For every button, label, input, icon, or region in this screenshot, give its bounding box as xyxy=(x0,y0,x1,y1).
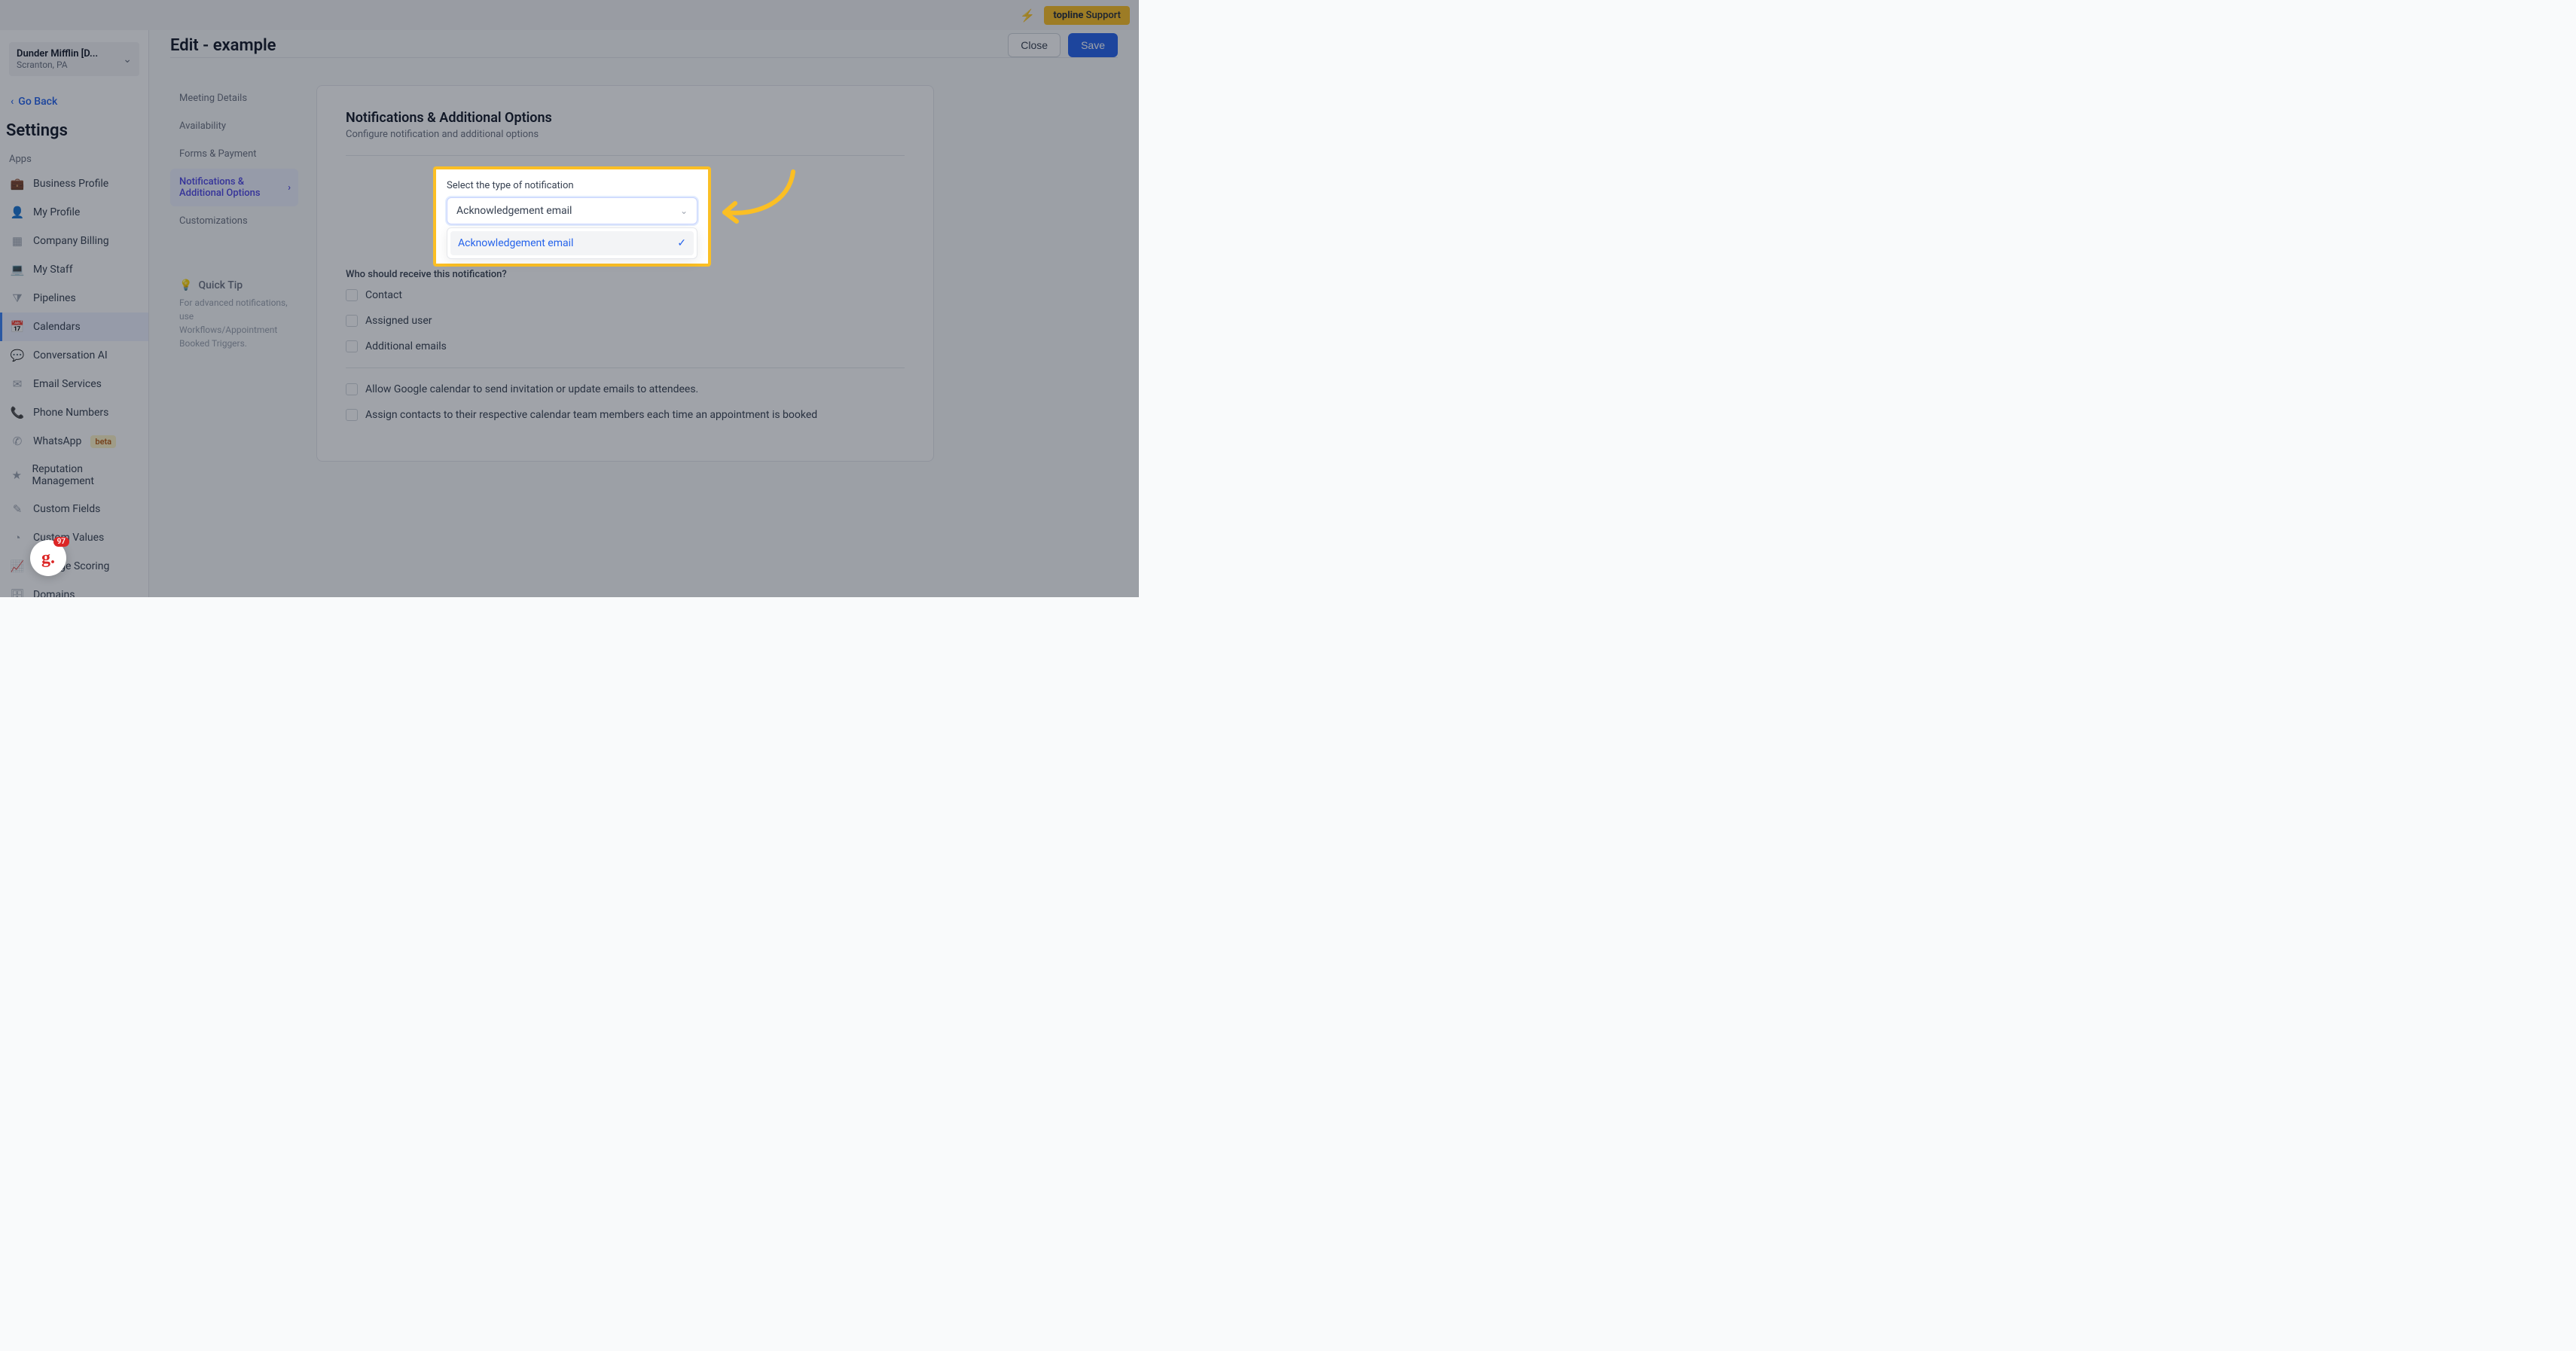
filter-icon: ⧩ xyxy=(11,291,24,305)
support-button[interactable]: topline Support xyxy=(1044,6,1130,25)
close-button[interactable]: Close xyxy=(1008,33,1061,57)
help-widget[interactable]: g. 97 xyxy=(30,540,66,576)
checkbox-icon xyxy=(346,340,358,352)
whatsapp-icon: ✆ xyxy=(11,435,24,448)
option-assign-contacts[interactable]: Assign contacts to their respective cale… xyxy=(346,409,905,421)
quick-tip: 💡 Quick Tip For advanced notifications, … xyxy=(170,279,298,350)
chart-icon: 📈 xyxy=(11,560,24,573)
recipient-assigned-user[interactable]: Assigned user xyxy=(346,315,905,327)
checkbox-icon xyxy=(346,289,358,301)
chevron-down-icon: ⌄ xyxy=(123,53,132,66)
location-name: Dunder Mifflin [D... xyxy=(17,48,98,59)
sidebar-item-calendars[interactable]: 📅 Calendars xyxy=(0,313,148,341)
location-selector[interactable]: Dunder Mifflin [D... Scranton, PA ⌄ xyxy=(9,42,139,76)
sidebar-item-custom-fields[interactable]: ✎ Custom Fields xyxy=(0,495,148,523)
sidebar-item-label: My Staff xyxy=(33,264,73,276)
star-icon: ★ xyxy=(11,468,23,482)
beta-badge: beta xyxy=(90,435,116,448)
sidebar-item-my-staff[interactable]: 💻 My Staff xyxy=(0,255,148,284)
lightbulb-icon: 💡 xyxy=(179,279,192,291)
user-icon: 👤 xyxy=(11,206,24,219)
select-label: Select the type of notification xyxy=(447,180,697,191)
sidebar-item-conversation-ai[interactable]: 💬 Conversation AI xyxy=(0,341,148,370)
sidebar-item-label: Pipelines xyxy=(33,292,76,304)
panel-title: Notifications & Additional Options xyxy=(346,110,905,126)
recipient-additional-emails[interactable]: Additional emails xyxy=(346,340,905,352)
sidebar-item-whatsapp[interactable]: ✆ WhatsApp beta xyxy=(0,427,148,456)
phone-icon: 📞 xyxy=(11,406,24,419)
checkbox-icon xyxy=(346,409,358,421)
chevron-left-icon: ‹ xyxy=(11,96,14,108)
sidebar-item-label: Reputation Management xyxy=(32,463,138,487)
sidebar-item-label: Domains xyxy=(33,589,75,597)
tab-column: Meeting DetailsAvailabilityForms & Payme… xyxy=(170,85,298,462)
tip-text: For advanced notifications, use Workflow… xyxy=(179,296,289,350)
guide-logo: g. xyxy=(41,548,55,569)
tab-customizations[interactable]: Customizations xyxy=(170,208,298,234)
sidebar-item-reputation-management[interactable]: ★ Reputation Management xyxy=(0,456,148,495)
tab-notifications-additional-options[interactable]: Notifications & Additional Options xyxy=(170,169,298,206)
checkbox-icon xyxy=(346,383,358,395)
go-back-link[interactable]: ‹ Go Back xyxy=(0,88,148,115)
location-sub: Scranton, PA xyxy=(17,59,98,70)
who-receive-label: Who should receive this notification? xyxy=(346,269,905,280)
chat-icon: 💬 xyxy=(11,349,24,362)
pie-icon: ◔ xyxy=(11,531,24,544)
sidebar-item-business-profile[interactable]: 💼 Business Profile xyxy=(0,169,148,198)
sidebar-item-label: Phone Numbers xyxy=(33,407,108,419)
laptop-icon: 💻 xyxy=(11,263,24,276)
tab-availability[interactable]: Availability xyxy=(170,113,298,139)
sidebar-item-company-billing[interactable]: ▦ Company Billing xyxy=(0,227,148,255)
notification-type-select[interactable]: Acknowledgement email xyxy=(447,197,697,224)
calendar-icon: 📅 xyxy=(11,320,24,334)
sidebar-item-domains[interactable]: 🗄 Domains xyxy=(0,581,148,597)
edit-icon: ✎ xyxy=(11,502,24,516)
sidebar-item-label: Custom Fields xyxy=(33,503,100,515)
page-title: Edit - example xyxy=(170,36,276,55)
settings-title: Settings xyxy=(0,115,148,149)
top-bar: ⚡ topline Support xyxy=(0,0,1139,30)
main-area: Edit - example Close Save Meeting Detail… xyxy=(149,30,1139,597)
save-button[interactable]: Save xyxy=(1068,33,1118,57)
sidebar-item-label: My Profile xyxy=(33,206,80,218)
dropdown-option-ack-email[interactable]: Acknowledgement email ✓ xyxy=(450,231,694,255)
grid-icon: ▦ xyxy=(11,234,24,248)
bolt-icon[interactable]: ⚡ xyxy=(1020,8,1035,23)
sidebar: Dunder Mifflin [D... Scranton, PA ⌄ ‹ Go… xyxy=(0,30,149,597)
check-icon: ✓ xyxy=(677,237,686,249)
guide-count-badge: 97 xyxy=(53,537,69,547)
mail-icon: ✉ xyxy=(11,377,24,391)
sidebar-item-label: Business Profile xyxy=(33,178,108,190)
briefcase-icon: 💼 xyxy=(11,177,24,191)
notification-type-dropdown: Acknowledgement email ✓ xyxy=(447,227,697,259)
highlight-select-type: Select the type of notification Acknowle… xyxy=(433,166,711,267)
sidebar-item-label: Conversation AI xyxy=(33,349,108,361)
sidebar-item-manage-scoring[interactable]: 📈Manage Scoring xyxy=(0,552,148,581)
option-google-calendar[interactable]: Allow Google calendar to send invitation… xyxy=(346,383,905,395)
checkbox-icon xyxy=(346,315,358,327)
tab-forms-payment[interactable]: Forms & Payment xyxy=(170,141,298,167)
panel-subtitle: Configure notification and additional op… xyxy=(346,129,905,140)
sidebar-item-my-profile[interactable]: 👤 My Profile xyxy=(0,198,148,227)
sidebar-item-label: Company Billing xyxy=(33,235,109,247)
notifications-panel: Notifications & Additional Options Confi… xyxy=(316,85,934,462)
sidebar-item-label: Calendars xyxy=(33,321,81,333)
section-apps-label: Apps xyxy=(0,149,148,169)
sidebar-item-pipelines[interactable]: ⧩ Pipelines xyxy=(0,284,148,313)
tab-meeting-details[interactable]: Meeting Details xyxy=(170,85,298,111)
sidebar-item-label: WhatsApp xyxy=(33,435,81,447)
sidebar-item-email-services[interactable]: ✉ Email Services xyxy=(0,370,148,398)
sidebar-item-custom-values[interactable]: ◔Custom Values xyxy=(0,523,148,552)
db-icon: 🗄 xyxy=(11,588,24,597)
recipient-contact[interactable]: Contact xyxy=(346,289,905,301)
sidebar-item-label: Email Services xyxy=(33,378,102,390)
sidebar-item-phone-numbers[interactable]: 📞 Phone Numbers xyxy=(0,398,148,427)
